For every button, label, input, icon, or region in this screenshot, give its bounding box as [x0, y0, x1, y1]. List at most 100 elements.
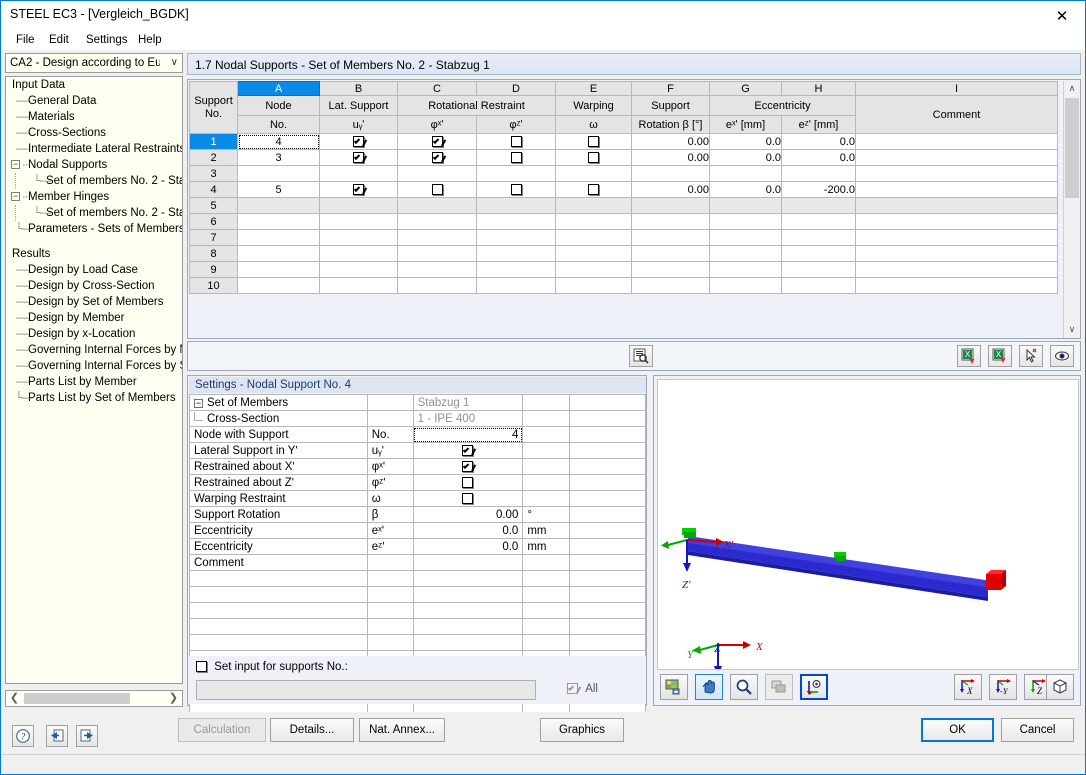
- settings-value[interactable]: 4: [412, 426, 524, 443]
- zoom-magnifier-icon[interactable]: [730, 674, 758, 700]
- cell-comment[interactable]: [855, 245, 1058, 262]
- cell-comment[interactable]: [855, 213, 1058, 230]
- cell-node-no[interactable]: [237, 245, 320, 262]
- view-in-x-icon[interactable]: X: [954, 674, 982, 700]
- cell-eccentricity-ex[interactable]: [709, 229, 782, 246]
- cell-eccentricity-ez[interactable]: [781, 213, 856, 230]
- cell-restraint-phix[interactable]: [397, 213, 477, 230]
- cell-restraint-phix[interactable]: [397, 277, 477, 294]
- cell-support-rotation[interactable]: [631, 213, 710, 230]
- table-row[interactable]: 1 4 0.00 0.0 0.0: [189, 133, 1058, 150]
- all-checkbox[interactable]: [567, 683, 578, 694]
- cell-restraint-phiz[interactable]: [476, 165, 556, 182]
- cell-eccentricity-ez[interactable]: [781, 261, 856, 278]
- cell-lateral-support[interactable]: [319, 277, 398, 294]
- cell-node-no[interactable]: [237, 261, 320, 278]
- row-header[interactable]: 3: [189, 165, 238, 182]
- tree-item-design-by-load-case[interactable]: ·— Design by Load Case: [6, 262, 182, 278]
- settings-row[interactable]: Comment: [189, 554, 646, 571]
- settings-value[interactable]: [412, 474, 524, 491]
- cell-lateral-support[interactable]: [319, 213, 398, 230]
- row-header[interactable]: 1: [189, 133, 238, 150]
- cell-lateral-support[interactable]: [319, 149, 398, 166]
- tree-item-parts-list-by-set-of-members[interactable]: └— Parts List by Set of Members: [6, 390, 182, 406]
- row-header[interactable]: 4: [189, 181, 238, 198]
- checkbox[interactable]: [353, 135, 364, 147]
- isometric-view-icon[interactable]: [1046, 674, 1074, 700]
- cell-comment[interactable]: [855, 133, 1058, 150]
- cell-warping[interactable]: [555, 197, 632, 214]
- tree-item-design-by-member[interactable]: ·— Design by Member: [6, 310, 182, 326]
- checkbox[interactable]: [462, 492, 474, 504]
- column-header-d[interactable]: D: [476, 81, 556, 96]
- cell-node-no[interactable]: [237, 197, 320, 214]
- visibility-eye-icon[interactable]: [1050, 345, 1074, 367]
- scroll-right-icon[interactable]: ❯: [166, 691, 181, 706]
- cell-restraint-phix[interactable]: [397, 229, 477, 246]
- cell-eccentricity-ex[interactable]: 0.0: [709, 181, 782, 198]
- cell-restraint-phiz[interactable]: [476, 229, 556, 246]
- graphics-button[interactable]: Graphics: [540, 718, 624, 742]
- tree-item-design-by-x-location[interactable]: ·— Design by x-Location: [6, 326, 182, 342]
- cell-eccentricity-ez[interactable]: -200.0: [781, 181, 856, 198]
- column-header-i[interactable]: I: [855, 81, 1058, 96]
- design-case-selector[interactable]: CA2 - Design according to Euro ∨: [5, 53, 183, 73]
- cell-eccentricity-ez[interactable]: [781, 277, 856, 294]
- scroll-down-icon[interactable]: ∨: [1064, 322, 1080, 338]
- settings-value[interactable]: Stabzug 1: [412, 394, 524, 411]
- collapse-icon[interactable]: −: [194, 398, 203, 408]
- checkbox[interactable]: [510, 135, 522, 147]
- table-row[interactable]: 8: [189, 245, 1058, 262]
- tree-item-set-of-members-nodal[interactable]: └— Set of members No. 2 - Sta: [6, 173, 182, 189]
- scroll-up-icon[interactable]: ∧: [1064, 81, 1080, 97]
- table-row[interactable]: 2 3 0.00 0.0 0.0: [189, 149, 1058, 166]
- table-row[interactable]: 6: [189, 213, 1058, 230]
- cell-comment[interactable]: [855, 165, 1058, 182]
- cell-eccentricity-ex[interactable]: [709, 261, 782, 278]
- cell-node-no[interactable]: [237, 229, 320, 246]
- table-row[interactable]: 5: [189, 197, 1058, 214]
- menu-item-help[interactable]: Help: [131, 33, 169, 49]
- cell-eccentricity-ex[interactable]: [709, 197, 782, 214]
- collapse-icon[interactable]: −: [11, 160, 20, 169]
- column-header-c[interactable]: C: [397, 81, 477, 96]
- settings-value[interactable]: 0.00: [412, 506, 524, 523]
- cell-comment[interactable]: [855, 229, 1058, 246]
- cell-restraint-phiz[interactable]: [476, 213, 556, 230]
- cell-eccentricity-ez[interactable]: [781, 229, 856, 246]
- table-row[interactable]: 4 5 0.00 0.0 -200.0: [189, 181, 1058, 198]
- column-header-h[interactable]: H: [781, 81, 856, 96]
- settings-row[interactable]: Lateral Support in Yʹ uᵧʹ: [189, 442, 646, 459]
- cell-comment[interactable]: [855, 149, 1058, 166]
- menu-item-settings[interactable]: Settings: [79, 33, 135, 49]
- tree-item-cross-sections[interactable]: ·— Cross-Sections: [6, 125, 182, 141]
- tree-item-set-of-members-hinges[interactable]: └— Set of members No. 2 - Sta: [6, 205, 182, 221]
- settings-row[interactable]: Restrained about Zʹ φᶻʹ: [189, 474, 646, 491]
- settings-row[interactable]: Eccentricity eˣʹ 0.0 mm: [189, 522, 646, 539]
- settings-value[interactable]: [412, 554, 524, 571]
- render-mode-icon[interactable]: [660, 674, 688, 700]
- table-row[interactable]: 10: [189, 277, 1058, 294]
- cell-comment[interactable]: [855, 181, 1058, 198]
- settings-value[interactable]: 0.0: [412, 522, 524, 539]
- checkbox[interactable]: [462, 476, 474, 488]
- cell-warping[interactable]: [555, 245, 632, 262]
- checkbox[interactable]: [353, 183, 364, 195]
- tree-item-parts-list-by-member[interactable]: ·— Parts List by Member: [6, 374, 182, 390]
- cell-restraint-phix[interactable]: [397, 133, 477, 150]
- rotate-hand-icon[interactable]: [695, 674, 723, 700]
- table-row[interactable]: 7: [189, 229, 1058, 246]
- checkbox[interactable]: [431, 183, 443, 195]
- details-button[interactable]: Details...: [270, 718, 354, 742]
- model-canvas[interactable]: X' Z' X Y Z: [657, 379, 1079, 670]
- cell-support-rotation[interactable]: [631, 277, 710, 294]
- row-header[interactable]: 5: [189, 197, 238, 214]
- cell-support-rotation[interactable]: [631, 229, 710, 246]
- next-module-icon[interactable]: [76, 725, 98, 747]
- export-excel-down-icon[interactable]: X: [988, 345, 1012, 367]
- cell-eccentricity-ex[interactable]: [709, 213, 782, 230]
- settings-row[interactable]: − Set of Members Stabzug 1: [189, 394, 646, 411]
- cell-eccentricity-ex[interactable]: [709, 165, 782, 182]
- settings-row[interactable]: Eccentricity eᶻʹ 0.0 mm: [189, 538, 646, 555]
- cell-lateral-support[interactable]: [319, 165, 398, 182]
